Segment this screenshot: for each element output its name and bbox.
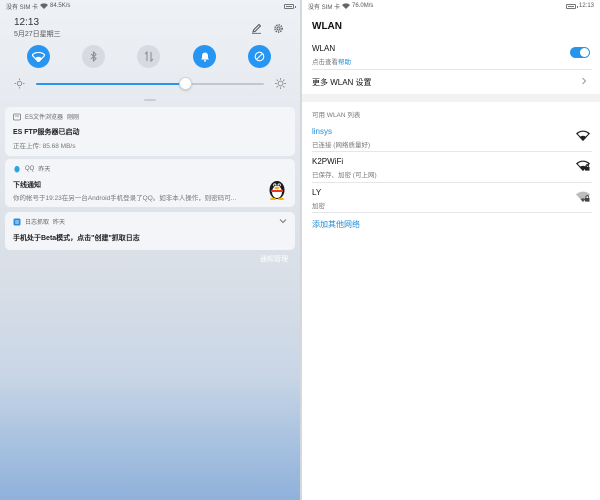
- network-speed-text: 84.5K/s: [50, 3, 71, 9]
- notification-qq[interactable]: QQ 昨天 下线通知 你的帐号于19:23在另一台Android手机登录了QQ。…: [5, 159, 295, 207]
- notification-time: 昨天: [53, 220, 66, 226]
- notification-body: 正在上传: 85.68 MB/s: [13, 143, 76, 150]
- panel-drag-handle[interactable]: [144, 99, 156, 101]
- wifi-tile[interactable]: [27, 45, 50, 68]
- notification-app-name: QQ: [25, 165, 35, 172]
- divider: [312, 182, 592, 183]
- carrier-text: 没有 SIM 卡: [308, 4, 341, 11]
- left-status-bar: 没有 SIM 卡 84.5K/s: [0, 0, 300, 12]
- wlan-settings-screen: 没有 SIM 卡 76.0M/s 12:13 WLAN WLAN 点击查看帮助 …: [302, 0, 600, 500]
- wifi-icon: [32, 51, 45, 62]
- network-status: 加密: [312, 203, 325, 210]
- notification-app-name: 日志抓取: [25, 220, 50, 226]
- qq-app-icon: [14, 165, 20, 172]
- mobile-data-icon: [144, 51, 153, 62]
- notification-title: 手机处于Beta模式，点击"创建"抓取日志: [13, 235, 140, 242]
- network-status: 已连接 (网络质量好): [312, 142, 371, 149]
- notification-time: 昨天: [38, 167, 51, 173]
- auto-rotate-tile[interactable]: [248, 45, 271, 68]
- network-ssid: linsys: [312, 127, 333, 136]
- divider: [312, 69, 592, 70]
- wifi-status-icon: [40, 3, 49, 9]
- bluetooth-icon: [90, 51, 97, 62]
- bell-icon: [200, 52, 209, 62]
- brightness-slider-fill: [36, 83, 187, 85]
- section-gap: [302, 94, 600, 102]
- notification-es-ftp[interactable]: ES文件浏览器 刚刚 ES FTP服务器已启动 正在上传: 85.68 MB/s: [5, 107, 295, 156]
- network-status: 已保存、加密 (可上网): [312, 172, 377, 179]
- carrier-text: 没有 SIM 卡: [6, 4, 39, 11]
- notification-app-name: ES文件浏览器: [25, 115, 64, 121]
- brightness-high-icon: [275, 78, 286, 89]
- chevron-right-icon: [582, 77, 587, 85]
- settings-gear-icon[interactable]: [272, 22, 284, 34]
- notification-body: 你的帐号于19:23在另一台Android手机登录了QQ。如非本人操作，则密码可…: [13, 195, 237, 202]
- sound-tile[interactable]: [193, 45, 216, 68]
- wlan-row-label: WLAN: [312, 44, 336, 53]
- notification-shade: 没有 SIM 卡 84.5K/s 12:13 5月27日星期三 ES文件浏览器 …: [0, 0, 300, 500]
- rotate-icon: [254, 51, 265, 62]
- notification-title: 下线通知: [13, 182, 41, 189]
- battery-icon: [565, 3, 578, 9]
- expand-chevron-icon[interactable]: [279, 218, 287, 224]
- divider: [312, 151, 592, 152]
- more-wlan-settings-label: 更多 WLAN 设置: [312, 78, 372, 87]
- wifi-weak-locked-icon: [576, 191, 590, 202]
- es-file-explorer-icon: [13, 113, 21, 120]
- log-capture-app-icon: [13, 218, 21, 225]
- help-link[interactable]: 帮助: [338, 59, 351, 66]
- clock-date: 5月27日星期三: [14, 31, 61, 38]
- notification-title: ES FTP服务器已启动: [13, 129, 80, 136]
- page-title: WLAN: [312, 21, 342, 32]
- brightness-slider-thumb[interactable]: [179, 77, 193, 90]
- add-other-network-link[interactable]: 添加其他网络: [312, 219, 360, 230]
- wifi-status-icon: [342, 3, 351, 9]
- wifi-signal-icon: [576, 130, 590, 141]
- divider: [312, 212, 592, 213]
- notification-log-capture[interactable]: 日志抓取 昨天 手机处于Beta模式，点击"创建"抓取日志: [5, 212, 295, 250]
- help-prefix-text: 点击查看: [312, 59, 338, 66]
- brightness-slider[interactable]: [36, 83, 264, 85]
- quick-settings-panel: 12:13 5月27日星期三: [0, 12, 300, 104]
- clock-time: 12:13: [14, 17, 40, 28]
- wifi-signal-locked-icon: [576, 160, 590, 171]
- edit-icon[interactable]: [250, 22, 262, 34]
- right-status-bar: 没有 SIM 卡 76.0M/s 12:13: [302, 0, 600, 12]
- mobile-data-tile[interactable]: [137, 45, 160, 68]
- network-ssid: K2PWiFi: [312, 157, 344, 166]
- available-networks-header: 可用 WLAN 列表: [312, 112, 361, 119]
- qq-penguin-icon: [269, 181, 285, 200]
- wlan-toggle-switch[interactable]: [570, 47, 590, 58]
- status-time: 12:13: [578, 3, 594, 9]
- bluetooth-tile[interactable]: [82, 45, 105, 68]
- notification-time: 刚刚: [67, 115, 80, 121]
- notification-manage-link[interactable]: 通知管理: [260, 254, 288, 264]
- network-ssid: LY: [312, 188, 322, 197]
- wlan-row-help: 点击查看帮助: [312, 56, 351, 66]
- battery-icon: [284, 3, 296, 9]
- network-speed-text: 76.0M/s: [352, 3, 374, 9]
- brightness-low-icon: [14, 78, 25, 89]
